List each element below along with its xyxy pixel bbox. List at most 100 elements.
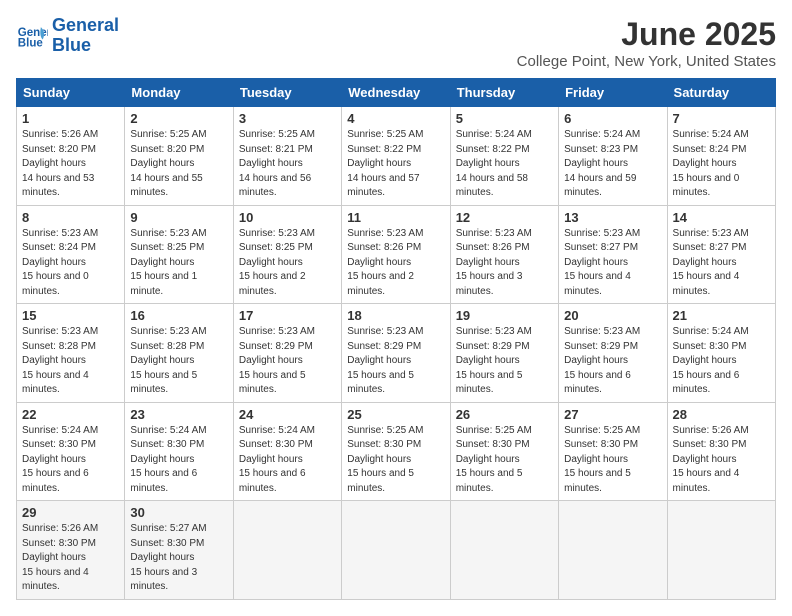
day-number: 19 bbox=[456, 308, 553, 323]
day-number: 22 bbox=[22, 407, 119, 422]
logo-text: General Blue bbox=[52, 16, 119, 56]
table-row: 23Sunrise: 5:24 AMSunset: 8:30 PMDayligh… bbox=[125, 402, 233, 501]
day-info: Sunrise: 5:23 AMSunset: 8:27 PMDaylight … bbox=[564, 227, 661, 300]
day-info: Sunrise: 5:24 AMSunset: 8:30 PMDaylight … bbox=[22, 424, 119, 497]
col-header-friday: Friday bbox=[559, 79, 667, 107]
day-number: 14 bbox=[673, 210, 770, 225]
day-number: 24 bbox=[239, 407, 336, 422]
table-row bbox=[559, 501, 667, 600]
table-row: 24Sunrise: 5:24 AMSunset: 8:30 PMDayligh… bbox=[233, 402, 341, 501]
table-row: 27 Sunrise: 5:25 AMSunset: 8:30 PMDayligh… bbox=[559, 402, 667, 501]
col-header-thursday: Thursday bbox=[450, 79, 558, 107]
day-number: 21 bbox=[673, 308, 770, 323]
table-row: 15 Sunrise: 5:23 AMSunset: 8:28 PMDayligh… bbox=[17, 304, 125, 403]
day-number: 16 bbox=[130, 308, 227, 323]
table-row: 16 Sunrise: 5:23 AMSunset: 8:28 PMDayligh… bbox=[125, 304, 233, 403]
day-info: Sunrise: 5:23 AMSunset: 8:28 PMDaylight … bbox=[22, 325, 119, 398]
table-row: 28 Sunrise: 5:26 AMSunset: 8:30 PMDayligh… bbox=[667, 402, 775, 501]
table-row: 26 Sunrise: 5:25 AMSunset: 8:30 PMDayligh… bbox=[450, 402, 558, 501]
day-info: Sunrise: 5:23 AMSunset: 8:25 PMDaylight … bbox=[239, 227, 336, 300]
day-info: Sunrise: 5:23 AMSunset: 8:26 PMDaylight … bbox=[347, 227, 444, 300]
table-row: 10 Sunrise: 5:23 AMSunset: 8:25 PMDayligh… bbox=[233, 205, 341, 304]
day-info: Sunrise: 5:24 AMSunset: 8:23 PMDaylight … bbox=[564, 128, 661, 201]
table-row bbox=[667, 501, 775, 600]
day-info: Sunrise: 5:25 AMSunset: 8:30 PMDaylight … bbox=[347, 424, 444, 497]
table-row: 2 Sunrise: 5:25 AMSunset: 8:20 PMDaylight… bbox=[125, 107, 233, 206]
day-number: 26 bbox=[456, 407, 553, 422]
table-row: 21 Sunrise: 5:24 AMSunset: 8:30 PMDayligh… bbox=[667, 304, 775, 403]
table-row bbox=[342, 501, 450, 600]
day-info: Sunrise: 5:24 AMSunset: 8:24 PMDaylight … bbox=[673, 128, 770, 201]
col-header-saturday: Saturday bbox=[667, 79, 775, 107]
day-number: 6 bbox=[564, 111, 661, 126]
day-info: Sunrise: 5:24 AMSunset: 8:30 PMDaylight … bbox=[673, 325, 770, 398]
day-number: 4 bbox=[347, 111, 444, 126]
table-row bbox=[450, 501, 558, 600]
day-number: 20 bbox=[564, 308, 661, 323]
day-info: Sunrise: 5:23 AMSunset: 8:29 PMDaylight … bbox=[456, 325, 553, 398]
table-row: 4Sunrise: 5:25 AMSunset: 8:22 PMDaylight… bbox=[342, 107, 450, 206]
day-number: 12 bbox=[456, 210, 553, 225]
day-info: Sunrise: 5:23 AMSunset: 8:29 PMDaylight … bbox=[564, 325, 661, 398]
day-info: Sunrise: 5:23 AMSunset: 8:25 PMDaylight … bbox=[130, 227, 227, 300]
day-number: 28 bbox=[673, 407, 770, 422]
table-row: 17 Sunrise: 5:23 AMSunset: 8:29 PMDayligh… bbox=[233, 304, 341, 403]
day-number: 9 bbox=[130, 210, 227, 225]
day-number: 13 bbox=[564, 210, 661, 225]
day-info: Sunrise: 5:25 AMSunset: 8:30 PMDaylight … bbox=[564, 424, 661, 497]
day-info: Sunrise: 5:24 AMSunset: 8:30 PMDaylight … bbox=[130, 424, 227, 497]
col-header-wednesday: Wednesday bbox=[342, 79, 450, 107]
table-row: 19 Sunrise: 5:23 AMSunset: 8:29 PMDayligh… bbox=[450, 304, 558, 403]
day-number: 18 bbox=[347, 308, 444, 323]
day-info: Sunrise: 5:27 AMSunset: 8:30 PMDaylight … bbox=[130, 522, 227, 595]
day-info: Sunrise: 5:26 AMSunset: 8:20 PMDaylight … bbox=[22, 128, 119, 201]
day-number: 7 bbox=[673, 111, 770, 126]
day-info: Sunrise: 5:23 AMSunset: 8:29 PMDaylight … bbox=[347, 325, 444, 398]
day-number: 27 bbox=[564, 407, 661, 422]
day-number: 8 bbox=[22, 210, 119, 225]
day-info: Sunrise: 5:25 AMSunset: 8:30 PMDaylight … bbox=[456, 424, 553, 497]
table-row: 14 Sunrise: 5:23 AMSunset: 8:27 PMDayligh… bbox=[667, 205, 775, 304]
day-info: Sunrise: 5:24 AMSunset: 8:22 PMDaylight … bbox=[456, 128, 553, 201]
day-info: Sunrise: 5:23 AMSunset: 8:27 PMDaylight … bbox=[673, 227, 770, 300]
table-row: 13 Sunrise: 5:23 AMSunset: 8:27 PMDayligh… bbox=[559, 205, 667, 304]
day-number: 30 bbox=[130, 505, 227, 520]
col-header-monday: Monday bbox=[125, 79, 233, 107]
table-row: 7 Sunrise: 5:24 AMSunset: 8:24 PMDaylight… bbox=[667, 107, 775, 206]
table-row: 1 Sunrise: 5:26 AMSunset: 8:20 PMDaylight… bbox=[17, 107, 125, 206]
day-info: Sunrise: 5:23 AMSunset: 8:26 PMDaylight … bbox=[456, 227, 553, 300]
day-number: 5 bbox=[456, 111, 553, 126]
location-title: College Point, New York, United States bbox=[517, 53, 776, 70]
table-row: 9 Sunrise: 5:23 AMSunset: 8:25 PMDaylight… bbox=[125, 205, 233, 304]
day-number: 17 bbox=[239, 308, 336, 323]
day-info: Sunrise: 5:26 AMSunset: 8:30 PMDaylight … bbox=[22, 522, 119, 595]
day-number: 1 bbox=[22, 111, 119, 126]
col-header-tuesday: Tuesday bbox=[233, 79, 341, 107]
day-info: Sunrise: 5:26 AMSunset: 8:30 PMDaylight … bbox=[673, 424, 770, 497]
table-row: 25 Sunrise: 5:25 AMSunset: 8:30 PMDayligh… bbox=[342, 402, 450, 501]
table-row bbox=[233, 501, 341, 600]
day-number: 3 bbox=[239, 111, 336, 126]
day-number: 15 bbox=[22, 308, 119, 323]
table-row: 30 Sunrise: 5:27 AMSunset: 8:30 PMDayligh… bbox=[125, 501, 233, 600]
calendar-table: SundayMondayTuesdayWednesdayThursdayFrid… bbox=[16, 78, 776, 600]
table-row: 5 Sunrise: 5:24 AMSunset: 8:22 PMDaylight… bbox=[450, 107, 558, 206]
day-number: 2 bbox=[130, 111, 227, 126]
table-row: 20 Sunrise: 5:23 AMSunset: 8:29 PMDayligh… bbox=[559, 304, 667, 403]
svg-text:Blue: Blue bbox=[18, 37, 44, 49]
day-info: Sunrise: 5:23 AMSunset: 8:24 PMDaylight … bbox=[22, 227, 119, 300]
logo: General Blue General Blue bbox=[16, 16, 119, 56]
day-number: 10 bbox=[239, 210, 336, 225]
day-info: Sunrise: 5:25 AMSunset: 8:21 PMDaylight … bbox=[239, 128, 336, 201]
day-info: Sunrise: 5:25 AMSunset: 8:20 PMDaylight … bbox=[130, 128, 227, 201]
col-header-sunday: Sunday bbox=[17, 79, 125, 107]
table-row: 22 Sunrise: 5:24 AMSunset: 8:30 PMDayligh… bbox=[17, 402, 125, 501]
table-row: 11 Sunrise: 5:23 AMSunset: 8:26 PMDayligh… bbox=[342, 205, 450, 304]
day-info: Sunrise: 5:23 AMSunset: 8:29 PMDaylight … bbox=[239, 325, 336, 398]
day-number: 11 bbox=[347, 210, 444, 225]
day-info: Sunrise: 5:23 AMSunset: 8:28 PMDaylight … bbox=[130, 325, 227, 398]
day-number: 25 bbox=[347, 407, 444, 422]
day-number: 29 bbox=[22, 505, 119, 520]
table-row: 6 Sunrise: 5:24 AMSunset: 8:23 PMDaylight… bbox=[559, 107, 667, 206]
table-row: 3 Sunrise: 5:25 AMSunset: 8:21 PMDaylight… bbox=[233, 107, 341, 206]
